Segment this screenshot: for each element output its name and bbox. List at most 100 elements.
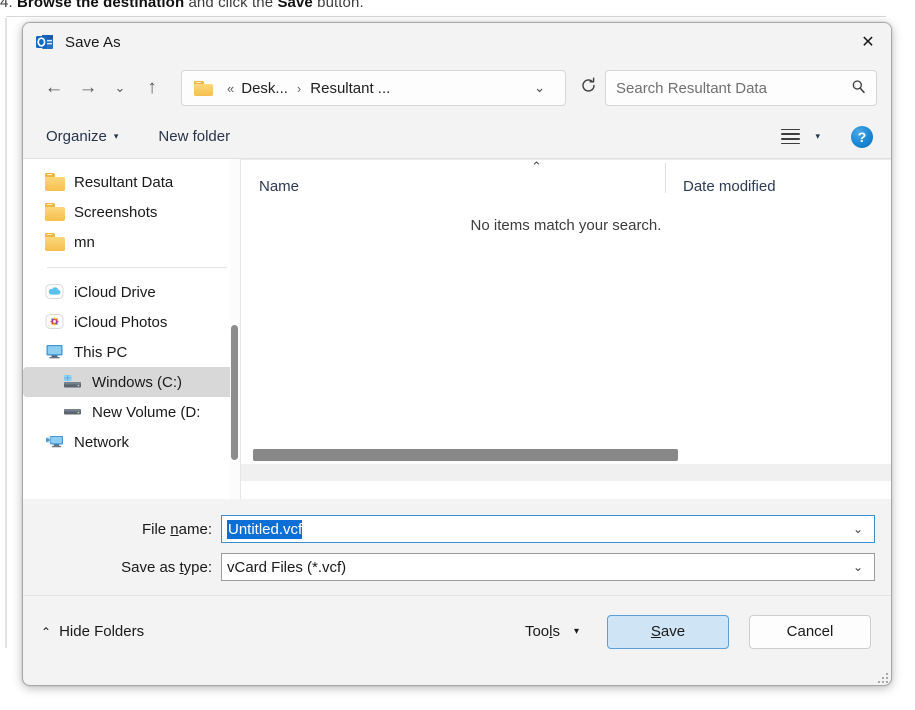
outlook-icon xyxy=(35,32,55,52)
close-icon[interactable]: ✕ xyxy=(845,23,891,61)
breadcrumb-segment-resultant[interactable]: Resultant ... xyxy=(310,80,390,97)
save-as-dialog: Save As ✕ ← → ⌄ ↑ « Desk... › Resultant … xyxy=(22,22,892,686)
file-name-value[interactable]: Untitled.vcf xyxy=(227,519,303,539)
sidebar-item-label: This PC xyxy=(74,343,128,361)
file-list-pane[interactable]: ⌃ Name Date modified No items match your… xyxy=(241,159,891,499)
screenshot-root: 4. Browse the destination and click the … xyxy=(0,0,915,710)
file-list-horizontal-scrollbar[interactable] xyxy=(241,449,891,481)
sidebar-item-label: Network xyxy=(74,433,130,451)
save-as-type-value: vCard Files (*.vcf) xyxy=(227,558,347,576)
tools-label: Tools xyxy=(525,623,560,640)
address-bar[interactable]: « Desk... › Resultant ... ⌄ xyxy=(181,70,566,106)
icloud-photos-icon xyxy=(45,313,65,331)
chevron-down-icon[interactable]: ⌄ xyxy=(846,560,870,574)
dialog-footer: ⌃ Hide Folders Tools ▾ Save Cancel xyxy=(23,595,891,667)
sidebar-item-label: iCloud Drive xyxy=(74,283,156,301)
tools-button[interactable]: Tools ▾ xyxy=(515,617,589,646)
column-header-name[interactable]: Name xyxy=(241,171,665,201)
navigation-bar: ← → ⌄ ↑ « Desk... › Resultant ... ⌄ Sear… xyxy=(23,61,891,115)
file-name-label-pre: File xyxy=(141,520,171,538)
chevron-down-icon[interactable]: ⌄ xyxy=(846,522,870,536)
sidebar-item-label: Windows (C:) xyxy=(92,373,183,391)
dialog-body: Resultant Data Screenshots mn iCloud Dri… xyxy=(23,159,891,499)
view-options-button[interactable]: ▾ xyxy=(772,124,829,149)
file-name-row: File name: Untitled.vcf ⌄ xyxy=(23,513,891,545)
sidebar-item-network[interactable]: Network xyxy=(23,427,237,457)
forward-button[interactable]: → xyxy=(71,72,105,104)
instruction-bold-browse: Browse the destination xyxy=(16,0,185,11)
sidebar-item-windows-c[interactable]: Windows (C:) xyxy=(23,367,237,397)
breadcrumb-separator-icon: › xyxy=(296,80,302,96)
command-toolbar: Organize ▾ New folder ▾ ? xyxy=(23,115,891,159)
chevron-down-icon[interactable]: ⌄ xyxy=(522,80,557,96)
file-pane-top-border xyxy=(241,159,891,160)
save-button[interactable]: Save xyxy=(607,614,729,649)
chevron-down-icon: ▾ xyxy=(815,131,820,141)
folder-icon xyxy=(45,173,65,191)
chevron-up-icon: ⌃ xyxy=(41,624,52,639)
sidebar-scrollbar-thumb[interactable] xyxy=(231,325,238,460)
sidebar-item-label: Screenshots xyxy=(74,203,158,221)
folder-icon xyxy=(194,80,213,96)
instruction-suffix: button. xyxy=(312,0,364,11)
search-box[interactable]: Search Resultant Data xyxy=(605,70,877,106)
column-header-row: Name Date modified xyxy=(241,163,891,201)
breadcrumb-segment-desktop[interactable]: Desk... xyxy=(241,80,288,97)
title-bar: Save As ✕ xyxy=(23,23,891,61)
refresh-icon[interactable] xyxy=(576,77,605,99)
instruction-bold-save: Save xyxy=(277,0,313,11)
search-icon xyxy=(851,79,866,97)
search-input[interactable]: Search Resultant Data xyxy=(616,80,851,97)
save-form: File name: Untitled.vcf ⌄ Save as type: … xyxy=(23,499,891,595)
tools-label-post: s xyxy=(552,623,560,640)
sidebar-scrollbar[interactable] xyxy=(230,159,240,499)
back-button[interactable]: ← xyxy=(37,72,71,104)
sidebar-item-new-volume-d[interactable]: New Volume (D: xyxy=(23,397,237,427)
file-name-input[interactable]: Untitled.vcf ⌄ xyxy=(221,515,875,543)
network-icon xyxy=(45,433,65,451)
background-left-bar xyxy=(5,18,7,648)
save-as-type-select[interactable]: vCard Files (*.vcf) ⌄ xyxy=(221,553,875,581)
column-header-date-modified[interactable]: Date modified xyxy=(665,163,891,201)
help-icon[interactable]: ? xyxy=(851,125,873,148)
resize-grip[interactable] xyxy=(875,670,888,683)
folder-icon xyxy=(45,203,65,221)
organize-label: Organize xyxy=(46,128,107,145)
instruction-middle: and click the xyxy=(184,0,278,11)
sidebar-item-this-pc[interactable]: This PC xyxy=(23,337,237,367)
save-as-type-label-pre: Save as xyxy=(121,558,180,576)
sidebar-item-label: Resultant Data xyxy=(74,173,174,191)
file-name-label: File name: xyxy=(23,521,221,538)
new-folder-button[interactable]: New folder xyxy=(149,123,239,150)
sidebar-item-screenshots[interactable]: Screenshots xyxy=(23,197,237,227)
file-name-label-post: ame: xyxy=(178,520,212,538)
icloud-drive-icon xyxy=(45,283,65,301)
file-name-label-accesskey: n xyxy=(170,520,179,538)
this-pc-icon xyxy=(45,343,65,361)
organize-button[interactable]: Organize ▾ xyxy=(37,123,127,150)
cancel-button[interactable]: Cancel xyxy=(749,614,871,649)
sidebar-item-label: New Volume (D: xyxy=(92,403,201,421)
breadcrumb-overflow-icon[interactable]: « xyxy=(227,81,234,96)
save-label-post: ave xyxy=(660,623,686,640)
sidebar-item-resultant-data[interactable]: Resultant Data xyxy=(23,167,237,197)
hide-folders-button[interactable]: ⌃ Hide Folders xyxy=(41,623,144,640)
background-divider xyxy=(6,16,886,17)
save-as-type-row: Save as type: vCard Files (*.vcf) ⌄ xyxy=(23,551,891,583)
sidebar-item-icloud-photos[interactable]: iCloud Photos xyxy=(23,307,237,337)
list-view-icon xyxy=(781,128,801,145)
sidebar-item-label: iCloud Photos xyxy=(74,313,168,331)
tools-label-pre: Too xyxy=(524,623,550,640)
instruction-prefix: 4. xyxy=(0,0,17,11)
cancel-label: Cancel xyxy=(786,623,834,640)
dialog-title: Save As xyxy=(65,33,121,51)
file-list-scrollbar-thumb[interactable] xyxy=(253,449,678,461)
sidebar-divider xyxy=(47,267,227,268)
new-folder-label: New folder xyxy=(158,128,231,145)
recent-locations-button[interactable]: ⌄ xyxy=(105,72,135,104)
up-button[interactable]: ↑ xyxy=(135,72,169,104)
hard-drive-icon xyxy=(63,373,83,391)
sidebar-item-icloud-drive[interactable]: iCloud Drive xyxy=(23,277,237,307)
sidebar-item-mn[interactable]: mn xyxy=(23,227,237,257)
chevron-down-icon: ▾ xyxy=(573,626,579,637)
